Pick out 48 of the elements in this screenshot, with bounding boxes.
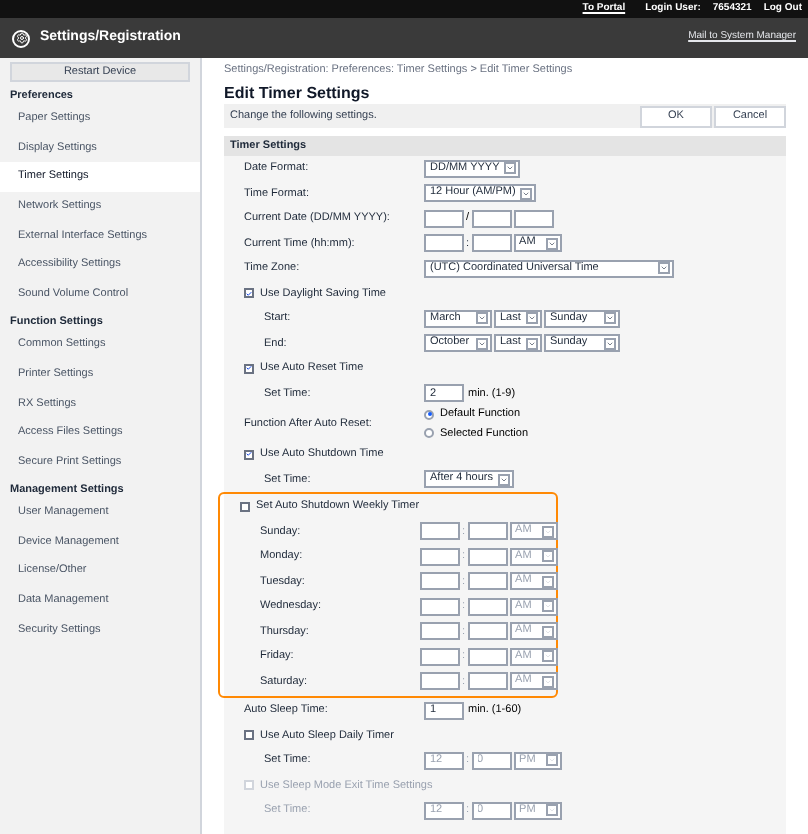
minute-field[interactable] — [467, 547, 508, 566]
checkbox[interactable] — [244, 288, 254, 299]
caret-icon — [541, 675, 554, 688]
caret-icon — [519, 187, 532, 200]
minute-field[interactable] — [467, 672, 508, 691]
gear-icon — [12, 29, 30, 47]
hour-field[interactable] — [420, 597, 460, 616]
checkbox[interactable] — [244, 449, 254, 460]
minute-field[interactable] — [467, 647, 508, 666]
caret-icon — [658, 262, 670, 275]
hour-field[interactable] — [424, 234, 464, 253]
caret-icon — [526, 312, 538, 325]
radio-button[interactable] — [424, 428, 434, 439]
caret-icon — [541, 625, 554, 638]
hour-field[interactable] — [420, 647, 460, 666]
hour-field[interactable] — [420, 522, 460, 541]
minute-field[interactable] — [467, 597, 508, 616]
caret-icon — [545, 237, 558, 250]
caret-icon — [541, 600, 554, 613]
hour-field[interactable] — [420, 672, 460, 691]
hour-field[interactable] — [420, 547, 460, 566]
day-field[interactable] — [424, 209, 464, 228]
caret-icon — [541, 525, 554, 538]
minute-field[interactable] — [471, 234, 512, 253]
checkbox[interactable] — [244, 730, 254, 741]
hour-field[interactable] — [420, 572, 460, 591]
year-field[interactable] — [513, 209, 554, 228]
caret-icon — [604, 337, 616, 350]
caret-icon — [545, 804, 558, 817]
caret-icon — [604, 312, 616, 325]
caret-icon — [526, 337, 538, 350]
minute-field[interactable] — [467, 572, 508, 591]
caret-icon — [497, 473, 509, 486]
caret-icon — [541, 650, 554, 663]
page-title: Edit Timer Settings — [224, 82, 372, 104]
caret-icon — [476, 337, 488, 350]
caret-icon — [541, 550, 554, 563]
month-field[interactable] — [471, 209, 512, 228]
caret-icon — [476, 312, 488, 325]
minute-field[interactable] — [467, 622, 508, 641]
caret-icon — [545, 754, 558, 767]
hour-field[interactable] — [420, 622, 460, 641]
caret-icon — [541, 575, 554, 588]
caret-icon — [503, 162, 516, 175]
minute-field[interactable] — [467, 522, 508, 541]
radio-button[interactable] — [424, 409, 434, 420]
checkbox[interactable] — [240, 501, 250, 512]
checkbox[interactable] — [244, 363, 254, 374]
